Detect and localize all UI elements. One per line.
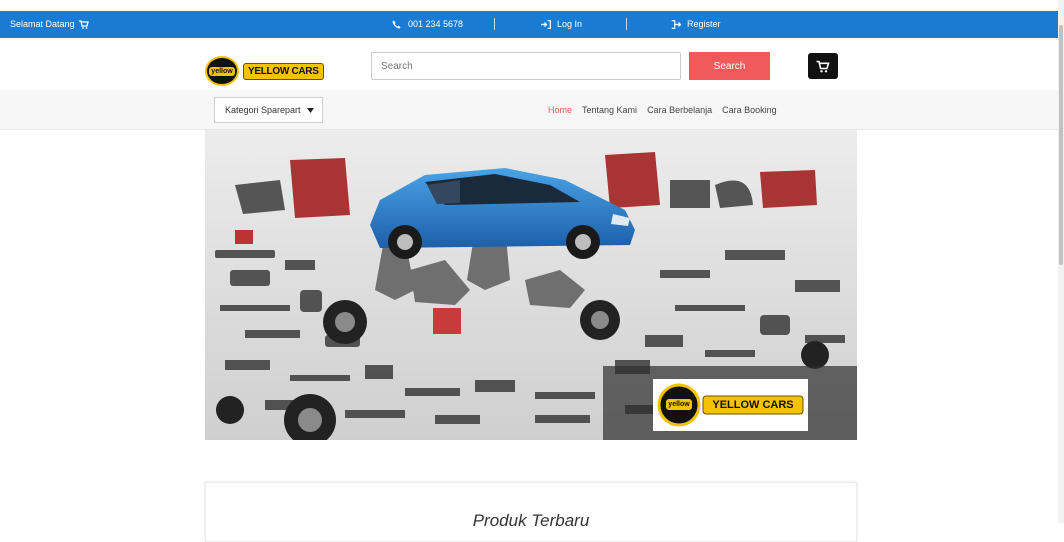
site-logo[interactable]: yellow YELLOW CARS	[205, 56, 324, 86]
caret-down-icon	[306, 107, 314, 113]
welcome-text: Selamat Datang	[10, 19, 75, 29]
cart-icon	[78, 19, 89, 29]
hero-logo-text: YELLOW CARS	[712, 399, 794, 411]
logo-badge-text: yellow	[209, 66, 235, 76]
welcome-area: Selamat Datang	[10, 19, 89, 29]
divider	[626, 18, 627, 30]
divider	[494, 18, 495, 30]
category-select-label: Kategori Sparepart	[225, 105, 301, 115]
register-icon	[671, 19, 681, 29]
login-label: Log In	[557, 19, 583, 29]
nav-links: Home Tentang Kami Cara Berbelanja Cara B…	[548, 105, 777, 115]
cart-icon	[816, 60, 830, 72]
phone-icon	[392, 19, 401, 29]
section-heading: Produk Terbaru	[472, 511, 590, 530]
register-link[interactable]: Register	[671, 19, 721, 29]
register-label: Register	[687, 19, 721, 29]
scrollbar-thumb[interactable]	[1059, 25, 1063, 265]
page-scrollbar[interactable]	[1058, 0, 1064, 523]
search-button[interactable]: Search	[689, 52, 770, 80]
hero-banner: yellow YELLOW CARS	[205, 130, 857, 440]
logo-text: YELLOW CARS	[243, 62, 324, 80]
nav-link-tentang-kami[interactable]: Tentang Kami	[582, 105, 637, 115]
phone-number: 001 234 5678	[408, 19, 464, 29]
category-select[interactable]: Kategori Sparepart	[214, 97, 323, 123]
logo-badge: yellow	[205, 56, 239, 86]
cart-button[interactable]	[808, 53, 838, 79]
top-bar: Selamat Datang 001 234 5678 Log In Regis…	[0, 11, 1058, 38]
navigation-bar: Kategori Sparepart Home Tentang Kami Car…	[0, 90, 1058, 130]
nav-link-home[interactable]: Home	[548, 105, 572, 115]
latest-products-section: Produk Terbaru	[205, 482, 857, 542]
search-input[interactable]	[371, 52, 681, 80]
login-icon	[541, 19, 551, 29]
nav-link-cara-booking[interactable]: Cara Booking	[722, 105, 777, 115]
phone-contact[interactable]: 001 234 5678	[392, 19, 463, 29]
login-link[interactable]: Log In	[541, 19, 582, 29]
site-header: yellow YELLOW CARS Search	[0, 38, 1058, 90]
nav-link-cara-berbelanja[interactable]: Cara Berbelanja	[647, 105, 712, 115]
hero-image	[205, 130, 857, 440]
hero-logo-badge-text: yellow	[668, 401, 690, 408]
